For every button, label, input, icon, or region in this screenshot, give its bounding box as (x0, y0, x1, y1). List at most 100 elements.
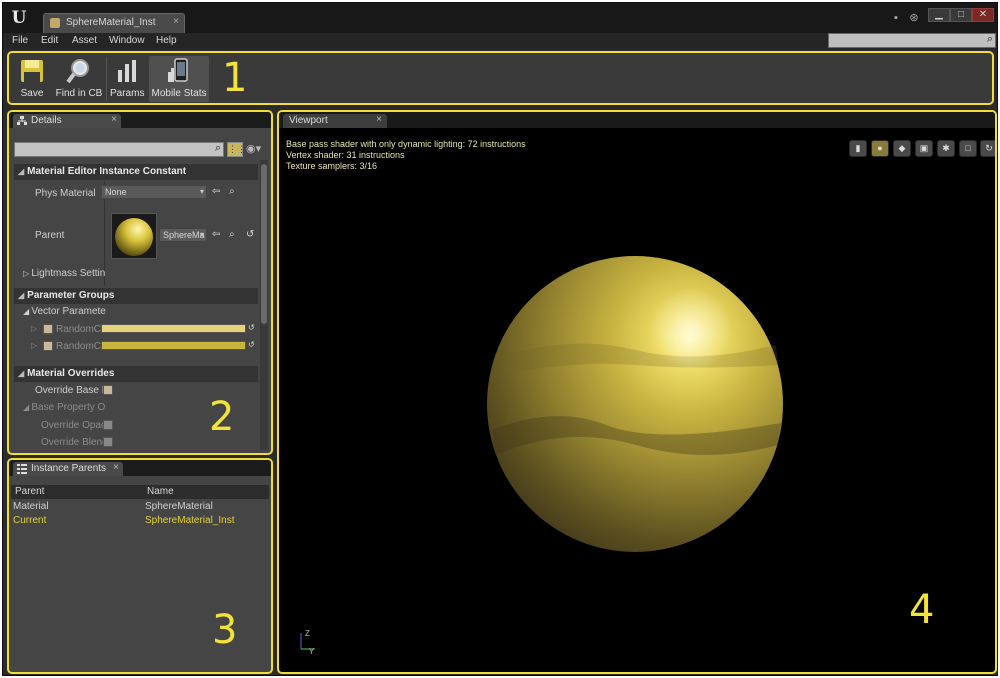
details-search-input[interactable]: ⌕ (14, 142, 224, 157)
reset-to-default-icon[interactable]: ↺ (248, 322, 255, 334)
lightmass-label: Lightmass Settin (31, 268, 106, 279)
browse-magnifier-icon[interactable]: ⌕ (229, 229, 235, 241)
preview-cube-button[interactable]: ▣ (915, 140, 933, 157)
vector-parameters-row[interactable]: ◢ Vector Paramete (23, 306, 106, 317)
sliders-icon (118, 60, 136, 82)
column-header-name[interactable]: Name (147, 486, 174, 497)
close-instance-parents-tab-icon[interactable]: × (113, 462, 119, 473)
menu-file[interactable]: File (12, 35, 28, 46)
menu-bar: File Edit Asset Window Help ⌕ (3, 33, 997, 49)
viewport-tab[interactable]: Viewport × (283, 114, 387, 128)
preview-sphere-button[interactable]: ● (871, 140, 889, 157)
maximize-button[interactable]: □ (950, 8, 972, 22)
region-label-1: 1 (222, 55, 248, 101)
search-icon: ⌕ (214, 142, 221, 154)
vector-params-label: Vector Paramete (31, 306, 106, 317)
preview-sphere[interactable] (486, 255, 784, 553)
override-opacity-label: Override Opaci (41, 420, 109, 431)
menu-asset[interactable]: Asset (72, 35, 97, 46)
base-property-row[interactable]: ◢ Base Property O (23, 402, 105, 413)
category-material-overrides[interactable]: ◢ Material Overrides (14, 366, 258, 382)
menu-window[interactable]: Window (109, 35, 145, 46)
details-tab[interactable]: Details × (13, 114, 121, 128)
global-search-input[interactable]: ⌕ (828, 33, 996, 48)
find-in-cb-button[interactable]: Find in CB (54, 56, 104, 102)
chevron-down-icon: ▾ (199, 230, 204, 239)
base-property-label: Base Property O (31, 402, 106, 413)
close-window-button[interactable]: ✕ (972, 8, 994, 22)
chevron-down-icon: ▾ (199, 187, 204, 196)
browse-magnifier-icon[interactable]: ⌕ (229, 186, 235, 198)
feedback-icon[interactable]: ⊛ (908, 12, 920, 24)
phys-material-value: None (105, 187, 127, 197)
axis-y-label: Y (309, 647, 315, 655)
find-in-cb-label: Find in CB (55, 88, 103, 99)
instance-parents-tab[interactable]: Instance Parents × (13, 462, 123, 476)
texture-samplers-stats-line: Texture samplers: 3/16 (286, 161, 378, 171)
params-label: Params (110, 88, 145, 99)
use-selected-arrow-icon[interactable]: ⇦ (212, 186, 220, 198)
view-options-eye-icon[interactable]: ◉▾ (246, 142, 261, 155)
instance-parents-tab-bar: Instance Parents × (9, 460, 271, 476)
menu-help[interactable]: Help (156, 35, 177, 46)
category-material-editor-instance-constant[interactable]: ◢ Material Editor Instance Constant (14, 164, 258, 180)
vertex-shader-stats-line: Vertex shader: 31 instructions (286, 150, 405, 160)
viewport-tab-bar: Viewport × (279, 112, 995, 128)
mobile-stats-button[interactable]: Mobile Stats (149, 56, 209, 102)
save-button[interactable]: Save (12, 56, 52, 102)
reset-to-default-icon[interactable]: ↺ (246, 229, 254, 241)
region-label-2: 2 (209, 394, 235, 440)
use-selected-arrow-icon[interactable]: ⇦ (212, 229, 220, 241)
random-color-2-swatch[interactable] (101, 341, 246, 350)
chat-icon[interactable]: ▪ (890, 12, 902, 24)
property-matrix-button[interactable]: ⋮⋮ (227, 142, 246, 157)
reset-to-default-icon[interactable]: ↺ (248, 339, 255, 351)
row-name-cell: SphereMaterial_Inst (145, 515, 235, 526)
toolbar: Save Find in CB Params Mobile Stats 1 (7, 51, 994, 105)
lightmass-settings-row[interactable]: ▷ Lightmass Settin (23, 268, 105, 279)
toggle-realtime-button[interactable]: ↻ (980, 140, 995, 157)
close-viewport-tab-icon[interactable]: × (376, 114, 382, 125)
random-color-2-checkbox[interactable] (43, 341, 53, 351)
random-color-1-swatch[interactable] (101, 324, 246, 333)
close-tab-icon[interactable]: × (173, 16, 179, 27)
parent-dropdown[interactable]: SphereMa ▾ (159, 228, 207, 242)
menu-edit[interactable]: Edit (41, 35, 58, 46)
toolbar-separator (106, 57, 107, 101)
category-parameter-groups[interactable]: ◢ Parameter Groups (14, 288, 258, 304)
params-button[interactable]: Params (110, 56, 144, 102)
save-icon (21, 60, 43, 82)
row-name-cell: SphereMaterial (145, 501, 213, 512)
preview-plane-button[interactable]: ◆ (893, 140, 911, 157)
document-tab[interactable]: SphereMaterial_Inst × (43, 13, 185, 33)
random-color-1-label: RandomCo (56, 324, 107, 335)
instance-parents-tab-label: Instance Parents (31, 463, 107, 474)
unreal-logo-icon[interactable]: U (8, 7, 30, 29)
scrollbar-thumb[interactable] (261, 164, 267, 324)
details-tab-bar: Details × (9, 112, 271, 128)
details-panel: Details × ⌕ ⋮⋮ ◉▾ ◢ Material Editor Insta… (7, 110, 273, 455)
minimize-button[interactable]: ▁ (928, 8, 950, 22)
parent-material-thumbnail[interactable] (111, 213, 157, 259)
phys-material-dropdown[interactable]: None ▾ (101, 185, 207, 199)
toggle-grid-button[interactable]: □ (959, 140, 977, 157)
region-label-4: 4 (909, 587, 935, 633)
column-header-parent[interactable]: Parent (15, 486, 44, 497)
document-tab-label: SphereMaterial_Inst (66, 17, 156, 28)
override-opacity-checkbox[interactable] (103, 420, 113, 430)
viewport-panel[interactable]: Viewport × Base pass shader with only dy… (277, 110, 997, 674)
preview-mesh-button[interactable]: ✱ (937, 140, 955, 157)
close-details-tab-icon[interactable]: × (111, 114, 117, 125)
details-icon (17, 116, 27, 125)
details-tab-label: Details (31, 115, 62, 126)
parent-label: Parent (35, 230, 65, 241)
instance-parents-panel: Instance Parents × Parent Name Material … (7, 458, 273, 674)
expand-arrow-icon[interactable]: ▷ (31, 324, 37, 333)
expand-arrow-icon[interactable]: ▷ (31, 341, 37, 350)
random-color-1-checkbox[interactable] (43, 324, 53, 334)
magnifier-icon (66, 59, 89, 84)
preview-cylinder-button[interactable]: ▮ (849, 140, 867, 157)
override-base-checkbox[interactable] (103, 385, 113, 395)
details-scrollbar[interactable] (260, 160, 268, 450)
override-blend-checkbox[interactable] (103, 437, 113, 447)
